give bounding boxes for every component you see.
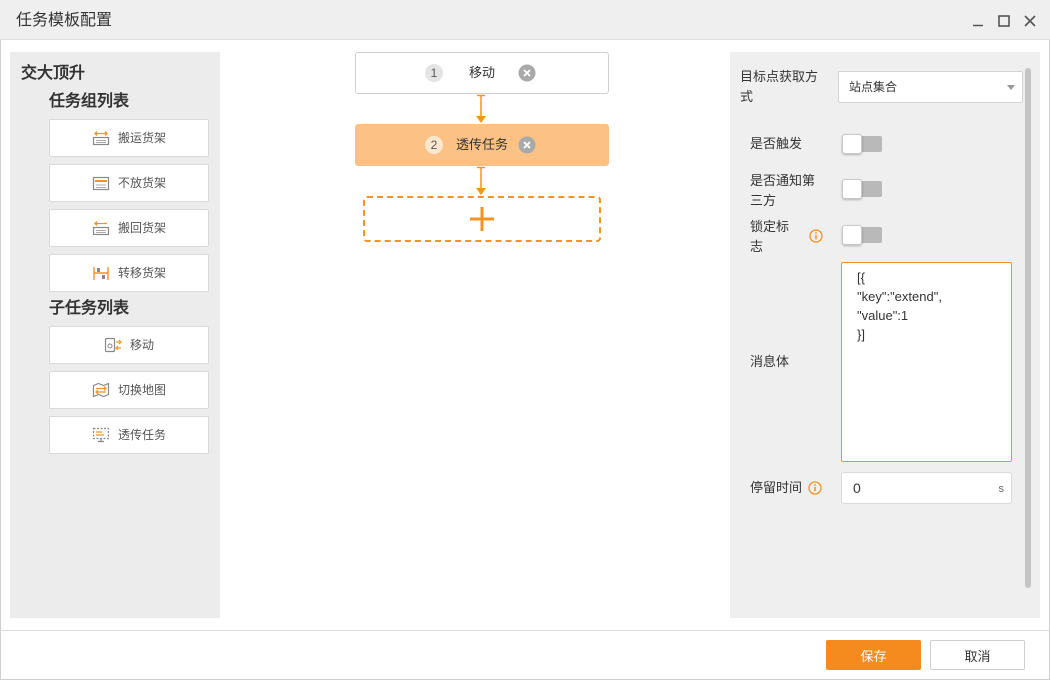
save-button[interactable]: 保存: [826, 640, 921, 670]
flow-node-2[interactable]: 2 透传任务: [355, 124, 609, 166]
hold-shelf-icon: [92, 175, 110, 191]
subtask-item-label: 透传任务: [117, 428, 166, 442]
switch-map-icon: [92, 382, 110, 398]
cancel-button[interactable]: 取消: [930, 640, 1025, 670]
lock-flag-toggle[interactable]: [842, 225, 882, 245]
node-label: 移动: [468, 65, 495, 80]
subtask-item-move[interactable]: 移动: [49, 326, 209, 364]
notify-third-party-toggle[interactable]: [842, 179, 882, 199]
task-group-item-carry-shelf[interactable]: 搬运货架: [49, 119, 209, 157]
carry-shelf-icon: [92, 130, 110, 146]
project-name: 交大顶升: [21, 65, 86, 82]
move-icon: [104, 337, 122, 353]
trigger-toggle[interactable]: [842, 134, 882, 154]
toggle-knob: [842, 225, 862, 245]
task-group-item-label: 转移货架: [117, 266, 166, 280]
message-body-label: 消息体: [750, 354, 790, 369]
dwell-time-field: s: [841, 472, 1012, 504]
transfer-shelf-icon: [92, 265, 110, 281]
task-group-item-return-shelf[interactable]: 搬回货架: [49, 209, 209, 247]
plus-icon: [467, 204, 497, 234]
subtask-item-switch-map[interactable]: 切换地图: [49, 371, 209, 409]
flow-connector-arrow: [474, 166, 488, 196]
subtask-item-passthrough[interactable]: 透传任务: [49, 416, 209, 454]
notify-third-party-label: 是否通知第三方: [750, 173, 816, 208]
target-method-label: 目标点获取方式: [740, 69, 819, 104]
flow-connector-arrow: [474, 94, 488, 124]
lock-flag-label: 锁定标志: [750, 219, 790, 254]
close-icon[interactable]: [1024, 15, 1036, 27]
toggle-knob: [842, 179, 862, 199]
dwell-time-input[interactable]: [842, 473, 992, 503]
task-group-item-label: 搬回货架: [117, 221, 166, 235]
properties-panel: 目标点获取方式 站点集合 是否触发 是否通知第三方 锁定标志 消息体 [{ "k…: [730, 52, 1040, 618]
task-group-item-hold-shelf[interactable]: 不放货架: [49, 164, 209, 202]
minimize-icon[interactable]: [972, 15, 984, 27]
footer-divider: [0, 630, 1050, 631]
return-shelf-icon: [92, 220, 110, 236]
message-body-textarea[interactable]: [{ "key":"extend", "value":1 }]: [841, 262, 1012, 462]
passthrough-icon: [92, 427, 110, 443]
toggle-knob: [842, 134, 862, 154]
task-template-dialog: 任务模板配置 交大顶升 任务组列表 搬运货架 不放货架 搬回货架 转移货架 子任…: [0, 0, 1050, 680]
task-group-list-title: 任务组列表: [49, 93, 130, 110]
target-method-value: 站点集合: [849, 80, 898, 94]
title-bar: 任务模板配置: [0, 0, 1050, 40]
trigger-label: 是否触发: [750, 136, 803, 151]
window-title: 任务模板配置: [16, 12, 113, 29]
node-label: 透传任务: [455, 137, 508, 152]
task-group-item-transfer-shelf[interactable]: 转移货架: [49, 254, 209, 292]
info-icon[interactable]: [809, 229, 823, 243]
info-icon[interactable]: [808, 481, 822, 495]
subtask-item-label: 切换地图: [117, 383, 166, 397]
target-method-select[interactable]: 站点集合: [838, 71, 1023, 103]
dwell-time-unit: s: [998, 483, 1005, 495]
subtask-item-label: 移动: [129, 338, 154, 352]
subtask-list-title: 子任务列表: [49, 300, 130, 317]
flow-node-1[interactable]: 1 移动: [355, 52, 609, 94]
dwell-time-label: 停留时间: [750, 480, 803, 495]
properties-scrollbar[interactable]: [1025, 68, 1031, 588]
remove-node-icon[interactable]: [518, 136, 536, 154]
add-node-button[interactable]: [363, 196, 601, 242]
task-group-item-label: 搬运货架: [117, 131, 166, 145]
maximize-icon[interactable]: [998, 15, 1010, 27]
task-library-panel: 交大顶升 任务组列表 搬运货架 不放货架 搬回货架 转移货架 子任务列表 移动 …: [10, 52, 220, 618]
chevron-down-icon: [1007, 85, 1015, 90]
remove-node-icon[interactable]: [518, 64, 536, 82]
task-group-item-label: 不放货架: [117, 176, 166, 190]
